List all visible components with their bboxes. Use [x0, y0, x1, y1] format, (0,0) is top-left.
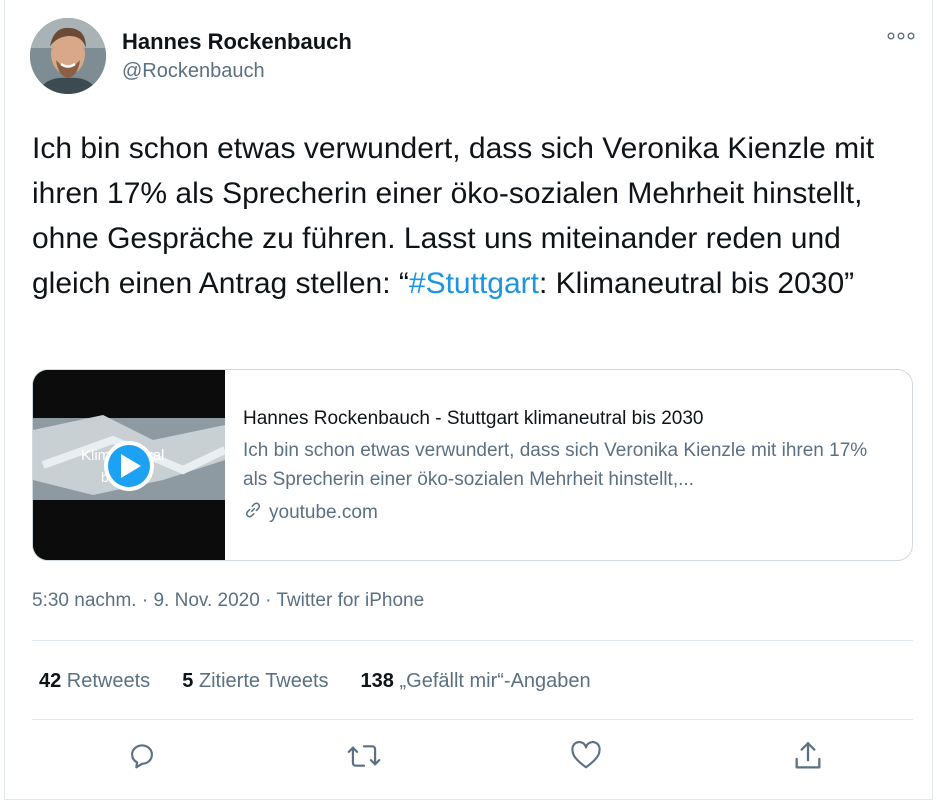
likes-label: „Gefällt mir“-Angaben	[393, 670, 591, 692]
link-card[interactable]: Klimaneutral bis Hannes Rockenbauch - St…	[32, 369, 913, 561]
hashtag-link[interactable]: #Stuttgart	[409, 267, 539, 300]
likes-stat[interactable]: 138 „Gefällt mir“-Angaben	[361, 670, 591, 693]
card-title: Hannes Rockenbauch - Stuttgart klimaneut…	[243, 408, 704, 429]
tweet-text-part2: : Klimaneutral bis 2030”	[538, 267, 855, 300]
share-icon	[791, 739, 825, 778]
more-dots-icon[interactable]	[886, 26, 916, 46]
tweet-text: Ich bin schon etwas verwundert, dass sic…	[32, 126, 912, 306]
meta-separator: ·	[259, 590, 277, 611]
tweet-header: Hannes Rockenbauch @Rockenbauch	[30, 18, 920, 96]
retweets-label: Retweets	[61, 670, 151, 692]
divider	[32, 719, 913, 720]
tweet-container: Hannes Rockenbauch @Rockenbauch Ich bin …	[4, 0, 933, 800]
reply-button[interactable]	[105, 738, 179, 778]
retweet-button[interactable]	[327, 738, 401, 778]
tweet-time[interactable]: 5:30 nachm.	[32, 590, 137, 611]
quotes-stat[interactable]: 5 Zitierte Tweets	[182, 670, 328, 693]
retweets-count: 42	[39, 670, 62, 692]
share-button[interactable]	[771, 738, 845, 778]
card-description: Ich bin schon etwas verwundert, dass sic…	[243, 440, 868, 490]
author-name[interactable]: Hannes Rockenbauch	[122, 29, 352, 55]
quotes-label: Zitierte Tweets	[193, 670, 329, 692]
card-body: Hannes Rockenbauch - Stuttgart klimaneut…	[225, 370, 911, 560]
heart-icon	[569, 739, 603, 778]
tweet-meta: 5:30 nachm. · 9. Nov. 2020 · Twitter for…	[32, 590, 424, 612]
quotes-count: 5	[182, 670, 194, 692]
divider	[32, 640, 913, 641]
tweet-stats: 42 Retweets 5 Zitierte Tweets 138 „Gefäl…	[39, 670, 623, 693]
retweets-stat[interactable]: 42 Retweets	[39, 670, 150, 693]
video-thumbnail[interactable]: Klimaneutral bis	[33, 370, 225, 560]
retweet-icon	[346, 739, 382, 778]
likes-count: 138	[360, 670, 394, 692]
card-domain-text: youtube.com	[269, 502, 378, 523]
meta-separator: ·	[136, 590, 154, 611]
tweet-actions	[105, 738, 845, 778]
link-icon	[243, 500, 263, 526]
like-button[interactable]	[549, 738, 623, 778]
tweet-source[interactable]: Twitter for iPhone	[276, 590, 424, 611]
card-domain: youtube.com	[243, 500, 893, 526]
avatar[interactable]	[30, 18, 106, 94]
author-handle[interactable]: @Rockenbauch	[122, 60, 265, 83]
play-icon[interactable]	[104, 441, 154, 491]
tweet-date[interactable]: 9. Nov. 2020	[153, 590, 259, 611]
reply-icon	[125, 739, 159, 778]
